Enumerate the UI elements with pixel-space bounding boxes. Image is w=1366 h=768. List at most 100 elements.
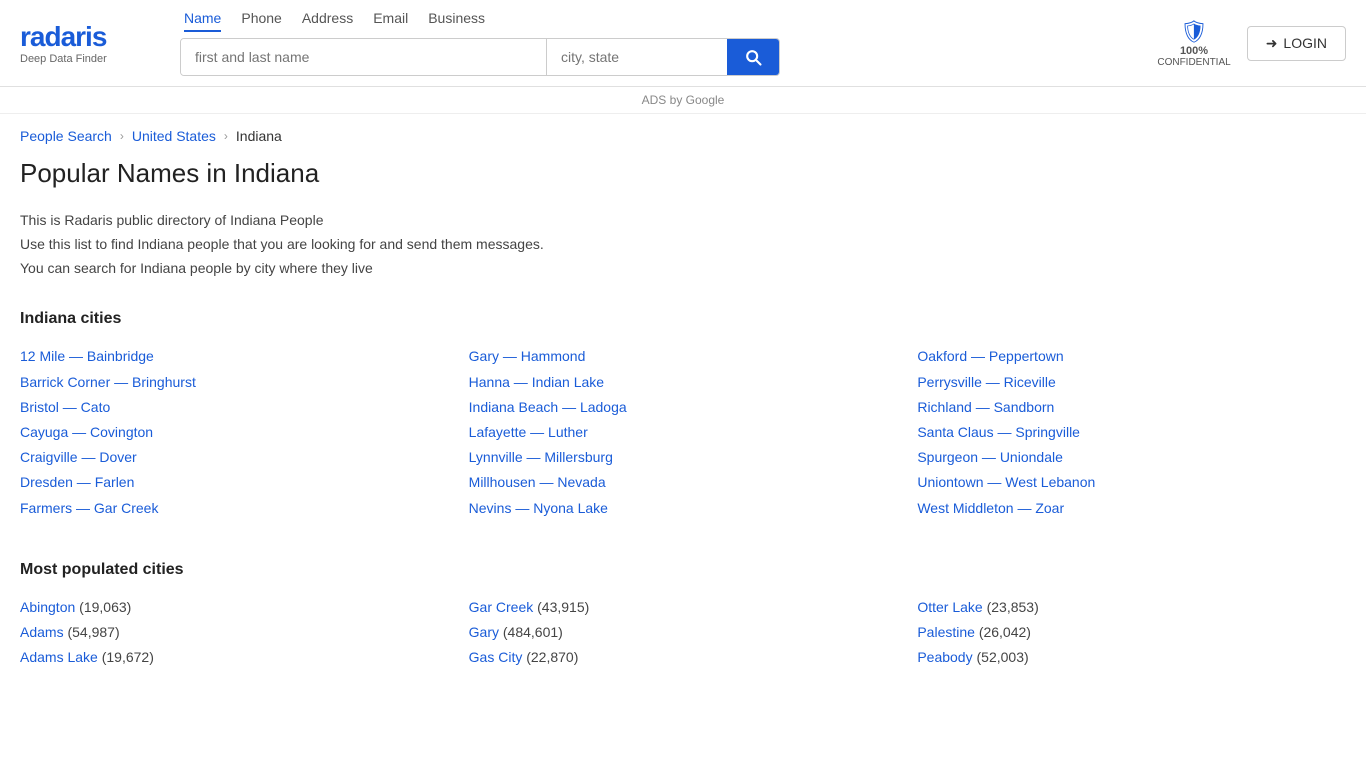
list-item: Oakford — Peppertown [917, 344, 1346, 369]
list-item: Hanna — Indian Lake [469, 370, 898, 395]
city-count: (52,003) [977, 649, 1029, 665]
city-link[interactable]: Richland — Sandborn [917, 399, 1054, 415]
page-description: This is Radaris public directory of Indi… [20, 209, 1346, 280]
confidential-label: CONFIDENTIAL [1157, 57, 1230, 68]
breadcrumb-indiana: Indiana [236, 128, 282, 144]
search-icon [743, 47, 763, 67]
list-item: Palestine (26,042) [917, 620, 1346, 645]
list-item: Gas City (22,870) [469, 645, 898, 670]
city-link[interactable]: Lafayette — Luther [469, 424, 588, 440]
search-city-input[interactable] [547, 39, 727, 75]
populated-col3: Otter Lake (23,853) Palestine (26,042) P… [917, 595, 1346, 671]
city-link[interactable]: Adams [20, 624, 64, 640]
most-populated-section: Most populated cities Abington (19,063) … [20, 561, 1346, 671]
city-link[interactable]: Santa Claus — Springville [917, 424, 1080, 440]
login-label: LOGIN [1283, 35, 1327, 51]
cities-col3: Oakford — Peppertown Perrysville — Ricev… [917, 344, 1346, 520]
list-item: Gar Creek (43,915) [469, 595, 898, 620]
city-link[interactable]: Oakford — Peppertown [917, 348, 1063, 364]
city-link[interactable]: Barrick Corner — Bringhurst [20, 374, 196, 390]
city-link[interactable]: Palestine [917, 624, 975, 640]
city-link[interactable]: Farmers — Gar Creek [20, 500, 158, 516]
cities-col1: 12 Mile — Bainbridge Barrick Corner — Br… [20, 344, 449, 520]
city-link[interactable]: Indiana Beach — Ladoga [469, 399, 627, 415]
breadcrumb: People Search › United States › Indiana [0, 114, 1366, 158]
cities-grid: 12 Mile — Bainbridge Barrick Corner — Br… [20, 344, 1346, 520]
list-item: Farmers — Gar Creek [20, 496, 449, 521]
tab-phone[interactable]: Phone [241, 10, 281, 32]
tab-email[interactable]: Email [373, 10, 408, 32]
list-item: Perrysville — Riceville [917, 370, 1346, 395]
login-button[interactable]: ➜ LOGIN [1247, 26, 1346, 61]
city-link[interactable]: Gar Creek [469, 599, 534, 615]
breadcrumb-people-search[interactable]: People Search [20, 128, 112, 144]
search-name-input[interactable] [181, 39, 547, 75]
city-count: (19,063) [79, 599, 131, 615]
city-link[interactable]: Hanna — Indian Lake [469, 374, 604, 390]
list-item: Millhousen — Nevada [469, 470, 898, 495]
list-item: Adams (54,987) [20, 620, 449, 645]
populated-col2: Gar Creek (43,915) Gary (484,601) Gas Ci… [469, 595, 898, 671]
list-item: Indiana Beach — Ladoga [469, 395, 898, 420]
city-link[interactable]: Perrysville — Riceville [917, 374, 1055, 390]
tab-address[interactable]: Address [302, 10, 353, 32]
city-link[interactable]: Cayuga — Covington [20, 424, 153, 440]
cities-col2: Gary — Hammond Hanna — Indian Lake India… [469, 344, 898, 520]
city-link[interactable]: Otter Lake [917, 599, 982, 615]
list-item: Richland — Sandborn [917, 395, 1346, 420]
list-item: Uniontown — West Lebanon [917, 470, 1346, 495]
confidential-badge: 🛡 100% CONFIDENTIAL [1157, 19, 1230, 68]
logo[interactable]: radaris [20, 21, 106, 53]
city-link[interactable]: Peabody [917, 649, 972, 665]
list-item: Dresden — Farlen [20, 470, 449, 495]
city-link[interactable]: Gas City [469, 649, 523, 665]
logo-area: radaris Deep Data Finder [20, 21, 160, 65]
city-count: (54,987) [67, 624, 119, 640]
search-bar [180, 38, 780, 76]
nav-and-search: Name Phone Address Email Business [180, 10, 1137, 76]
header: radaris Deep Data Finder Name Phone Addr… [0, 0, 1366, 87]
list-item: Gary (484,601) [469, 620, 898, 645]
city-count: (23,853) [987, 599, 1039, 615]
city-link[interactable]: Lynnville — Millersburg [469, 449, 613, 465]
list-item: Nevins — Nyona Lake [469, 496, 898, 521]
breadcrumb-sep-2: › [224, 129, 228, 143]
list-item: Bristol — Cato [20, 395, 449, 420]
list-item: Lynnville — Millersburg [469, 445, 898, 470]
city-link[interactable]: Craigville — Dover [20, 449, 137, 465]
city-count: (19,672) [102, 649, 154, 665]
nav-tabs: Name Phone Address Email Business [184, 10, 1137, 32]
city-link[interactable]: 12 Mile — Bainbridge [20, 348, 154, 364]
ads-bar: ADS by Google [0, 87, 1366, 114]
breadcrumb-united-states[interactable]: United States [132, 128, 216, 144]
city-count: (484,601) [503, 624, 563, 640]
city-link[interactable]: Spurgeon — Uniondale [917, 449, 1063, 465]
city-link[interactable]: Nevins — Nyona Lake [469, 500, 608, 516]
ads-label: ADS by Google [642, 93, 725, 107]
list-item: Lafayette — Luther [469, 420, 898, 445]
city-link[interactable]: Adams Lake [20, 649, 98, 665]
tab-business[interactable]: Business [428, 10, 485, 32]
desc-line-3: You can search for Indiana people by cit… [20, 257, 1346, 281]
list-item: West Middleton — Zoar [917, 496, 1346, 521]
list-item: Santa Claus — Springville [917, 420, 1346, 445]
city-link[interactable]: Dresden — Farlen [20, 474, 134, 490]
city-count: (22,870) [526, 649, 578, 665]
shield-icon: 🛡 [1180, 19, 1208, 45]
logo-tagline: Deep Data Finder [20, 53, 107, 65]
list-item: Gary — Hammond [469, 344, 898, 369]
main-content: Popular Names in Indiana This is Radaris… [0, 158, 1366, 710]
list-item: Spurgeon — Uniondale [917, 445, 1346, 470]
city-link[interactable]: West Middleton — Zoar [917, 500, 1064, 516]
city-link[interactable]: Gary [469, 624, 499, 640]
city-count: (26,042) [979, 624, 1031, 640]
city-link[interactable]: Bristol — Cato [20, 399, 110, 415]
list-item: Peabody (52,003) [917, 645, 1346, 670]
list-item: Otter Lake (23,853) [917, 595, 1346, 620]
city-link[interactable]: Millhousen — Nevada [469, 474, 606, 490]
city-link[interactable]: Gary — Hammond [469, 348, 586, 364]
city-link[interactable]: Abington [20, 599, 75, 615]
tab-name[interactable]: Name [184, 10, 221, 32]
city-link[interactable]: Uniontown — West Lebanon [917, 474, 1095, 490]
search-button[interactable] [727, 39, 779, 75]
